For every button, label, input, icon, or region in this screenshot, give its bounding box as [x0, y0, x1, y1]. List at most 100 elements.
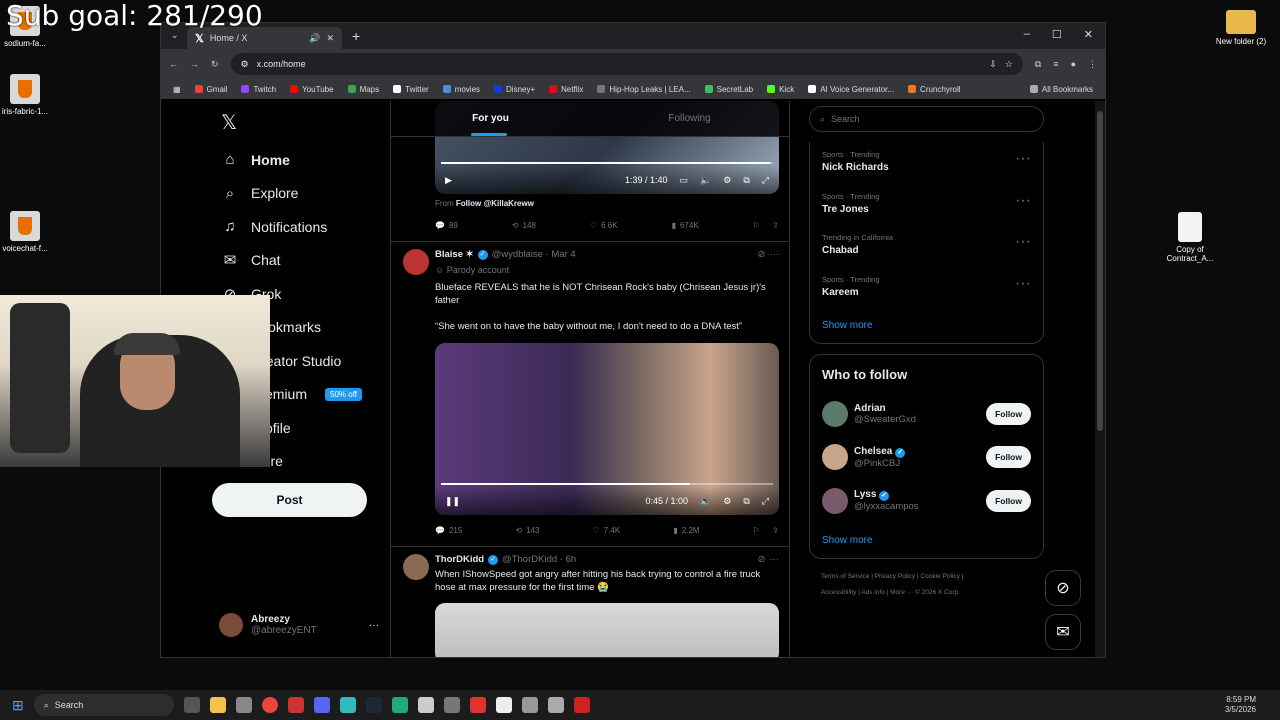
nav-explore[interactable]: ⌕ Explore — [211, 177, 391, 211]
notepad-icon[interactable] — [417, 697, 434, 713]
post-button[interactable]: Post — [212, 483, 367, 517]
app-icon[interactable] — [547, 697, 564, 713]
all-bookmarks[interactable]: All Bookmarks — [1029, 85, 1093, 94]
scrollbar[interactable] — [1095, 101, 1105, 657]
reply-button[interactable]: 💬 215 — [435, 526, 462, 535]
bookmark-hiphop-leaks[interactable]: Hip-Hop Leaks | LEA... — [597, 85, 691, 94]
footer-links[interactable]: Terms of Service | Privacy Policy | Cook… — [809, 569, 1044, 601]
settings-icon[interactable]: ⚙ — [723, 496, 731, 507]
reload-icon[interactable]: ↻ — [211, 59, 219, 70]
start-icon[interactable]: ⊞ — [12, 697, 24, 714]
app-icon[interactable] — [495, 697, 512, 713]
bookmark-disney[interactable]: Disney+ — [494, 85, 535, 94]
adobe-icon[interactable] — [573, 697, 590, 713]
chrome-icon[interactable] — [261, 697, 278, 713]
show-more-trends[interactable]: Show more — [822, 308, 1031, 343]
install-icon[interactable]: ⇩ — [989, 59, 997, 70]
trend-item[interactable]: Trending in California Chabad ··· — [822, 225, 1031, 267]
follow-suggestion[interactable]: Lyss ✓ @lyxxacampos Follow — [822, 479, 1031, 523]
nav-notifications[interactable]: ♫ Notifications — [211, 210, 391, 244]
repost-button[interactable]: ⟲ 148 — [512, 221, 536, 230]
bookmark-gmail[interactable]: Gmail — [194, 85, 227, 94]
desktop-icon-voicechat[interactable]: voicechat-f... — [0, 211, 60, 253]
follow-button[interactable]: Follow — [986, 489, 1031, 512]
media-icon[interactable]: ≡ — [1053, 59, 1058, 69]
pip-icon[interactable]: ⧉ — [743, 175, 749, 186]
site-info-icon[interactable]: ⚙ — [241, 59, 249, 70]
desktop-icon-iris[interactable]: iris-fabric-1... — [0, 74, 60, 116]
nav-chat[interactable]: ✉ Chat — [211, 244, 391, 278]
bookmark-movies[interactable]: movies — [442, 85, 480, 94]
steam-icon[interactable] — [365, 697, 382, 713]
trend-more-icon[interactable]: ··· — [1015, 192, 1031, 210]
discord-icon[interactable] — [313, 697, 330, 713]
trend-more-icon[interactable]: ··· — [1015, 275, 1031, 293]
reply-button[interactable]: 💬 89 — [435, 221, 458, 230]
search-input[interactable]: ⌕ Search — [809, 106, 1044, 132]
menu-icon[interactable]: ⋮ — [1088, 59, 1097, 70]
avatar[interactable] — [403, 249, 429, 275]
post-video-thumbnail[interactable] — [435, 603, 779, 657]
bookmark-share[interactable]: ⚐ ⇪ — [753, 221, 779, 230]
bookmark-secretlab[interactable]: SecretLab — [704, 85, 753, 94]
audio-icon[interactable]: 🔊 — [309, 33, 320, 44]
grok-fab-icon[interactable]: ⊘ — [1045, 570, 1081, 606]
star-icon[interactable]: ☆ — [1005, 59, 1013, 70]
app-icon[interactable] — [287, 697, 304, 713]
show-more-who[interactable]: Show more — [822, 523, 1031, 558]
url-field[interactable]: ⚙ x.com/home ⇩ ☆ — [230, 53, 1023, 75]
messages-fab-icon[interactable]: ✉ — [1045, 614, 1081, 650]
repost-button[interactable]: ⟲ 143 — [515, 526, 539, 535]
apps-icon[interactable]: ▦ — [173, 85, 181, 94]
back-icon[interactable]: ← — [169, 59, 178, 69]
trend-more-icon[interactable]: ··· — [1015, 150, 1031, 168]
fullscreen-icon[interactable]: ⤢ — [762, 496, 769, 507]
bookmark-ai-voice[interactable]: AI Voice Generator... — [808, 85, 894, 94]
desktop-icon-contract[interactable]: Copy of Contract_A... — [1155, 212, 1225, 263]
task-view-icon[interactable] — [183, 697, 200, 713]
volume-icon[interactable]: 🔈 — [700, 496, 711, 507]
clock[interactable]: 8:59 PM 3/5/2026 — [1225, 695, 1256, 715]
profile-avatar-icon[interactable]: ● — [1071, 59, 1076, 69]
avatar[interactable] — [403, 554, 429, 580]
trend-item[interactable]: Sports · Trending Tre Jones ··· — [822, 184, 1031, 226]
bookmark-crunchyroll[interactable]: Crunchyroll — [908, 85, 961, 94]
pause-icon[interactable]: ❚❚ — [445, 496, 460, 507]
video-progress[interactable] — [441, 483, 773, 485]
post-more-icon[interactable]: ··· — [770, 554, 780, 565]
bookmark-share[interactable]: ⚐ ⇪ — [753, 526, 779, 535]
close-window-icon[interactable]: ✕ — [1084, 28, 1093, 41]
trend-more-icon[interactable]: ··· — [1015, 233, 1031, 251]
like-button[interactable]: ♡ 6.6K — [590, 221, 618, 230]
like-button[interactable]: ♡ 7.4K — [593, 526, 621, 535]
views-button[interactable]: ▮ 674K — [672, 221, 699, 230]
tab-for-you[interactable]: For you — [391, 101, 590, 136]
taskbar-search[interactable]: ⌕ Search — [33, 694, 174, 716]
tab-following[interactable]: Following — [590, 101, 789, 136]
new-tab-icon[interactable]: + — [352, 28, 360, 44]
app-icon[interactable] — [443, 697, 460, 713]
file-explorer-icon[interactable] — [209, 697, 226, 713]
settings-icon[interactable]: ⚙ — [723, 175, 731, 186]
app-icon[interactable] — [469, 697, 486, 713]
close-tab-icon[interactable]: ✕ — [326, 33, 334, 44]
app-icon[interactable] — [521, 697, 538, 713]
volume-icon[interactable]: 🔈 — [700, 175, 711, 186]
account-more-icon[interactable]: ··· — [369, 620, 379, 631]
follow-button[interactable]: Follow — [986, 446, 1031, 469]
follow-suggestion[interactable]: Chelsea ✓ @PinkCBJ Follow — [822, 436, 1031, 480]
forward-icon[interactable]: → — [190, 59, 199, 69]
trend-item[interactable]: Sports · Trending Kareem ··· — [822, 267, 1031, 309]
pip-icon[interactable]: ⧉ — [743, 496, 749, 507]
desktop-icon-new-folder[interactable]: New folder (2) — [1206, 6, 1276, 46]
bookmark-maps[interactable]: Maps — [347, 85, 379, 94]
settings-app-icon[interactable] — [235, 697, 252, 713]
bookmark-youtube[interactable]: YouTube — [290, 85, 334, 94]
grok-post-icon[interactable]: ⊘ — [758, 249, 766, 260]
app-icon[interactable] — [391, 697, 408, 713]
bookmark-twitch[interactable]: Twitch — [241, 85, 276, 94]
bookmark-netflix[interactable]: Netflix — [549, 85, 583, 94]
bookmark-twitter[interactable]: Twitter — [393, 85, 429, 94]
views-button[interactable]: ▮ 2.2M — [673, 526, 699, 535]
video-player[interactable]: ❚❚ 0:45 / 1:00 🔈 ⚙ ⧉ ⤢ — [435, 343, 779, 515]
